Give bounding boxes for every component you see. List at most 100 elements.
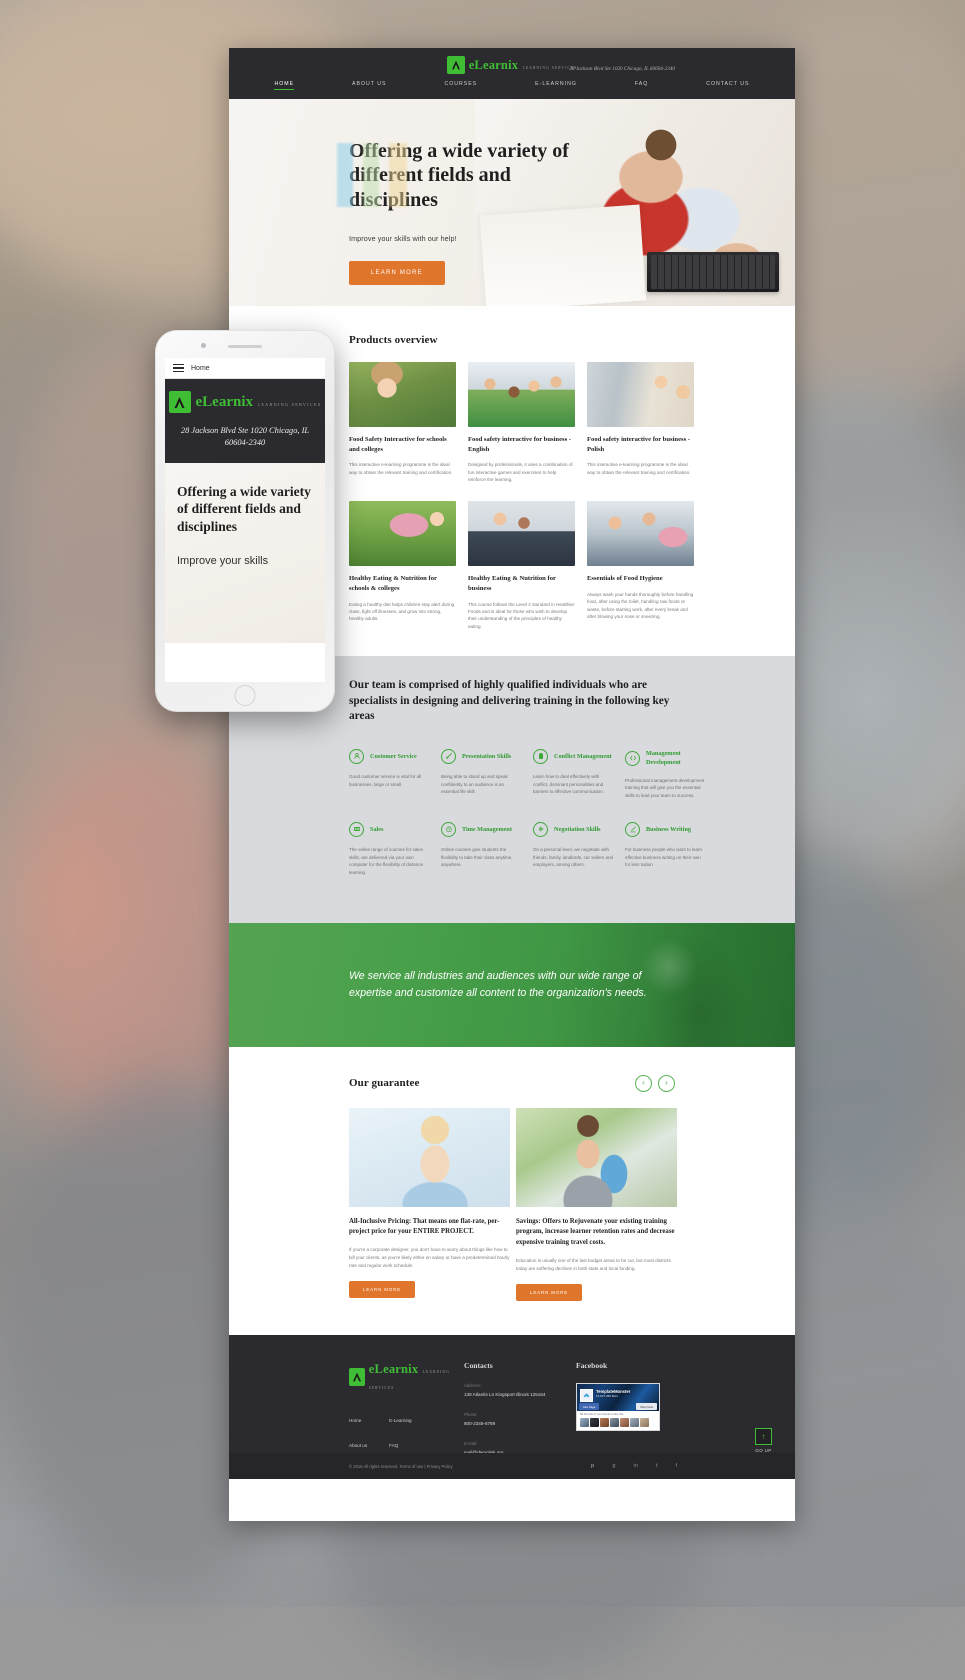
- phone-speaker: [228, 345, 262, 348]
- logo-mark-icon: [349, 1368, 365, 1387]
- mobile-logo-tagline: LEARNING SERVICES: [257, 402, 322, 407]
- linkedin-icon[interactable]: in: [634, 1463, 638, 1470]
- product-card[interactable]: Food Safety Interactive for schools and …: [349, 362, 456, 483]
- site-footer: eLearnix LEARNING SERVICES Home About us…: [229, 1335, 795, 1480]
- mobile-hero: Offering a wide variety of different fie…: [165, 462, 325, 643]
- key-area-item[interactable]: Customer Service Good customer service i…: [349, 748, 429, 800]
- guarantee-learn-more-button[interactable]: LEARN MORE: [349, 1281, 416, 1299]
- facebook-friend-avatars: [580, 1418, 656, 1428]
- footer-link-faq[interactable]: FAQ: [389, 1443, 398, 1448]
- key-area-description: Good customer service is vital for all b…: [349, 773, 422, 787]
- phone-mockup: Home eLearnix LEARNING SERVICES 28 Jacks…: [155, 330, 335, 712]
- nav-item-faq[interactable]: FAQ: [606, 81, 677, 87]
- nav-item-courses[interactable]: COURSES: [415, 81, 506, 87]
- key-area-item[interactable]: Negotiation Skills On a personal level, …: [533, 821, 613, 877]
- product-card[interactable]: Food safety interactive for business - E…: [468, 362, 575, 483]
- facebook-page-meta: 14,027,366 likes: [596, 1394, 618, 1399]
- product-card[interactable]: Essentials of Food Hygiene Always wash y…: [587, 501, 694, 630]
- guarantee-title: Our guarantee: [349, 1077, 420, 1090]
- guarantee-card-title: All-Inclusive Pricing: That means one fl…: [349, 1217, 500, 1236]
- user-icon: [349, 748, 364, 764]
- facebook-icon[interactable]: f: [675, 1463, 677, 1470]
- chevron-left-icon[interactable]: ‹: [635, 1074, 652, 1092]
- product-card[interactable]: Food safety interactive for business - P…: [587, 362, 694, 483]
- product-title: Food safety interactive for business - P…: [587, 436, 690, 453]
- phone-home-button[interactable]: [234, 685, 256, 706]
- hero-learn-more-button[interactable]: LEARN MORE: [349, 261, 445, 286]
- hamburger-menu-icon[interactable]: [173, 363, 184, 373]
- waveform-icon: [533, 821, 548, 837]
- guarantee-card-title: Savings: Offers to Rejuvenate your exist…: [516, 1217, 675, 1247]
- product-card[interactable]: Healthy Eating & Nutrition for business …: [468, 501, 575, 630]
- arrow-up-icon: ↑: [755, 1428, 772, 1446]
- mobile-address: 28 Jackson Blvd Ste 1020 Chicago, IL 606…: [180, 426, 310, 447]
- site-logo[interactable]: eLearnix LEARNING SERVICES: [446, 56, 578, 74]
- facebook-shop-now-button[interactable]: Shop Now: [636, 1403, 657, 1411]
- go-up-button[interactable]: ↑ GO UP: [755, 1428, 772, 1453]
- twitter-icon[interactable]: t: [656, 1463, 658, 1470]
- product-description: This interactive e-learning programme is…: [349, 462, 453, 475]
- guarantee-section: Our guarantee ‹ › All-Inclusive Pricing:…: [229, 1046, 795, 1336]
- id-card-icon: [349, 821, 364, 837]
- logo-mark-icon: [168, 391, 191, 413]
- nav-item-e-learning[interactable]: E-LEARNING: [506, 81, 606, 87]
- quote-band: We service all industries and audiences …: [229, 922, 795, 1047]
- pencil-underline-icon: [625, 821, 640, 837]
- nav-item-contact-us[interactable]: CONTACT US: [677, 81, 778, 87]
- key-area-description: For business people who want to learn ef…: [625, 846, 703, 868]
- key-area-item[interactable]: Management Development Professional mana…: [625, 749, 705, 800]
- presentation-pointer-icon: [441, 748, 456, 764]
- facebook-page-widget[interactable]: TemplateMonster 14,027,366 likes Like Pa…: [576, 1383, 660, 1432]
- product-title: Essentials of Food Hygiene: [587, 575, 663, 583]
- address-label: Address:: [464, 1383, 481, 1389]
- pinterest-icon[interactable]: 𝐩: [591, 1463, 594, 1470]
- key-area-item[interactable]: Sales The online range of courses for sa…: [349, 821, 429, 877]
- product-description: Always wash your hands thoroughly before…: [587, 591, 694, 620]
- facebook-cover-image: TemplateMonster 14,027,366 likes Like Pa…: [577, 1384, 659, 1412]
- key-area-description: The online range of courses for sales sk…: [349, 846, 424, 875]
- facebook-friends-text: Be the first of your friends to like thi…: [580, 1413, 624, 1417]
- product-description: This course follows the Level 2 standard…: [468, 601, 575, 629]
- product-image: [587, 501, 694, 567]
- footer-link-e-learning[interactable]: E-Learning: [389, 1418, 411, 1423]
- product-card[interactable]: Healthy Eating & Nutrition for schools &…: [349, 501, 456, 630]
- footer-logo[interactable]: eLearnix LEARNING SERVICES: [349, 1361, 464, 1393]
- product-description: This interactive e-learning programme is…: [587, 462, 691, 475]
- clipboard-icon: [533, 748, 548, 764]
- facebook-page-avatar: [580, 1389, 593, 1403]
- hero-banner: Offering a wide variety of different fie…: [229, 99, 795, 306]
- guarantee-card: Savings: Offers to Rejuvenate your exist…: [516, 1107, 677, 1302]
- product-image: [587, 362, 694, 427]
- product-description: Eating a healthy diet helps children sta…: [349, 601, 455, 622]
- guarantee-learn-more-button[interactable]: LEARN MORE: [516, 1284, 583, 1302]
- clock-icon: [441, 821, 456, 837]
- chevron-right-icon[interactable]: ›: [658, 1074, 675, 1092]
- mobile-page-label: Home: [191, 364, 210, 372]
- google-plus-icon[interactable]: g: [612, 1463, 615, 1470]
- footer-link-home[interactable]: Home: [349, 1418, 361, 1423]
- key-area-item[interactable]: Presentation Skills Being able to stand …: [441, 748, 521, 800]
- product-title: Healthy Eating & Nutrition for business: [468, 575, 556, 592]
- key-area-item[interactable]: Business Writing For business people who…: [625, 821, 705, 877]
- key-area-item[interactable]: Conflict Management Learn how to deal ef…: [533, 748, 613, 800]
- site-header: eLearnix LEARNING SERVICES 28 Jackson Bl…: [229, 48, 795, 99]
- logo-name: eLearnix: [468, 58, 519, 72]
- key-areas-heading: Our team is comprised of highly qualifie…: [349, 679, 670, 723]
- nav-item-home[interactable]: HOME: [245, 81, 323, 90]
- key-area-item[interactable]: Time Management Online courses give stud…: [441, 821, 521, 877]
- key-area-name: Presentation Skills: [462, 752, 512, 760]
- key-area-name: Customer Service: [370, 752, 417, 760]
- key-area-description: On a personal level, we negotiate with f…: [533, 846, 613, 868]
- phone-label: Phone:: [464, 1412, 478, 1418]
- quote-text: We service all industries and audiences …: [349, 970, 647, 999]
- mobile-logo[interactable]: eLearnix LEARNING SERVICES: [165, 391, 325, 413]
- key-area-description: Learn how to deal effectively with confl…: [533, 773, 604, 795]
- key-area-name: Conflict Management: [554, 752, 612, 760]
- nav-item-about-us[interactable]: ABOUT US: [323, 81, 415, 87]
- footer-link-about-us[interactable]: About us: [349, 1443, 367, 1448]
- contacts-heading: Contacts: [464, 1361, 493, 1371]
- facebook-like-button[interactable]: Like Page: [579, 1403, 600, 1411]
- product-description: Designed by professionals, it uses a com…: [468, 462, 573, 482]
- guarantee-card-description: If you're a corporate designer, you don'…: [349, 1247, 510, 1268]
- facebook-heading: Facebook: [576, 1361, 608, 1371]
